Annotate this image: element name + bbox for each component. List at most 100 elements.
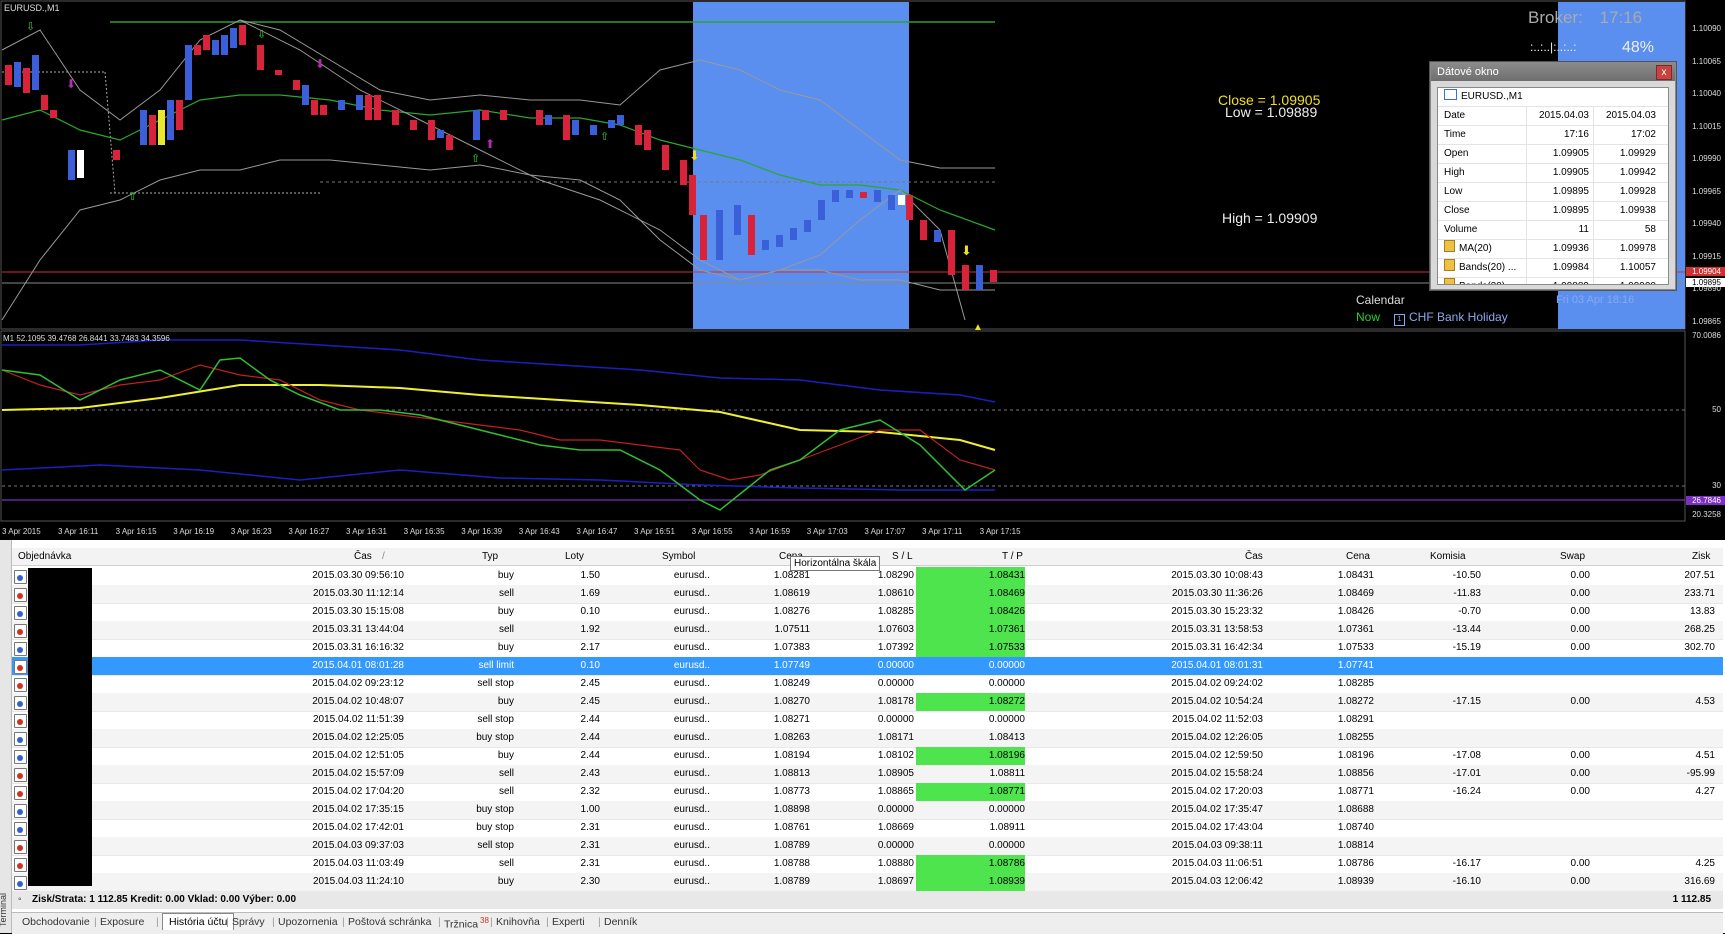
cell-lots: 1.00	[580, 804, 600, 815]
totals-text: Zisk/Strata: 1 112.85 Kredit: 0.00 Vklad…	[32, 894, 297, 905]
cell-time: 2015.04.02 10:48:07	[312, 696, 404, 707]
table-row[interactable]: 2015.04.02 11:51:39 sell stop 2.44 eurusd..…	[12, 711, 1723, 730]
table-row[interactable]: 2015.04.02 17:04:20 sell 2.32 eurusd.. 1.087…	[12, 783, 1723, 802]
terminal-sidebar[interactable]: Terminal	[0, 540, 12, 933]
tab-7[interactable]: Knihovňa	[496, 916, 540, 928]
cell-price: 1.08898	[773, 804, 810, 815]
terminal-tabs[interactable]: Obchodovanie | Exposure | História účtu | Sprá…	[12, 912, 1723, 934]
flag-icon: 1	[1394, 314, 1405, 326]
cell-tp: 1.08786	[916, 855, 1025, 873]
cell-price2: 1.08771	[1337, 786, 1374, 797]
progress-text: :..:..|:..:..:	[1530, 40, 1577, 54]
table-row[interactable]: 2015.04.03 11:24:10 buy 2.30 eurusd.. 1.0878…	[12, 873, 1723, 892]
dw-label: Low	[1438, 183, 1527, 201]
cell-profit: 233.71	[1684, 588, 1715, 599]
cell-sl: 1.08865	[877, 786, 914, 797]
col-sl[interactable]: S / L	[892, 551, 913, 562]
col-type[interactable]: Typ	[482, 551, 498, 562]
dw-label: Close	[1438, 202, 1527, 220]
tab-label: Tržnica	[444, 918, 479, 931]
cell-comm: -16.10	[1452, 876, 1481, 887]
cell-lots: 0.10	[580, 660, 600, 671]
close-icon[interactable]: x	[1656, 65, 1672, 80]
col-symbol[interactable]: Symbol	[662, 551, 695, 562]
table-row[interactable]: 2015.04.02 15:57:09 sell 2.43 eurusd.. 1.088…	[12, 765, 1723, 784]
col-commission[interactable]: Komisia	[1430, 551, 1466, 562]
col-profit[interactable]: Zisk	[1692, 551, 1710, 562]
terminal-side-label: Terminal	[0, 892, 9, 928]
cell-tp: 0.00000	[988, 678, 1025, 689]
table-row[interactable]: 2015.04.02 12:25:05 buy stop 2.44 eurusd.. 1…	[12, 729, 1723, 748]
tab-8[interactable]: Experti	[552, 916, 585, 928]
cell-lots: 2.31	[580, 840, 600, 851]
data-window-titlebar[interactable]: Dátové okno x	[1431, 63, 1675, 81]
data-window-symbol: EURUSD.,M1	[1461, 91, 1523, 102]
cell-sl: 1.08178	[877, 696, 914, 707]
col-lots[interactable]: Loty	[565, 551, 584, 562]
table-row[interactable]: 2015.04.02 10:48:07 buy 2.45 eurusd.. 1.0827…	[12, 693, 1723, 712]
cell-lots: 2.31	[580, 858, 600, 869]
cell-time: 2015.03.30 15:15:08	[312, 606, 404, 617]
cell-price2: 1.08740	[1337, 822, 1374, 833]
table-row[interactable]: 2015.03.30 15:15:08 buy 0.10 eurusd.. 1.0827…	[12, 603, 1723, 622]
dw-value-2: 1.09938	[1619, 205, 1656, 216]
table-row[interactable]: 2015.04.02 12:51:05 buy 2.44 eurusd.. 1.0819…	[12, 747, 1723, 766]
cell-tp: 1.08431	[916, 567, 1025, 585]
cell-symbol: eurusd..	[673, 732, 710, 743]
tab-divider: |	[156, 916, 159, 928]
cell-type: sell	[498, 768, 514, 779]
col-price2[interactable]: Cena	[1346, 551, 1370, 562]
cell-symbol: eurusd..	[673, 606, 710, 617]
table-row[interactable]: 2015.04.03 09:37:03 sell stop 2.31 eurusd..…	[12, 837, 1723, 856]
terminal-panel[interactable]: Terminal Objednávka Čas / Typ Loty Symbo…	[0, 540, 1725, 934]
col-order[interactable]: Objednávka	[18, 551, 71, 562]
tab-5[interactable]: Poštová schránka	[348, 916, 431, 928]
price-tick: 1.09940	[1692, 219, 1721, 228]
data-window[interactable]: Dátové okno x EURUSD.,M1 Date 2015.04.03 2…	[1430, 62, 1676, 290]
order-icon	[14, 678, 27, 692]
cell-comm	[1377, 837, 1481, 855]
cell-sl: 1.07603	[877, 624, 914, 635]
cell-price: 1.07749	[773, 660, 810, 671]
tab-2[interactable]: História účtu	[162, 913, 235, 930]
tab-label: Obchodovanie	[22, 916, 90, 928]
col-swap[interactable]: Swap	[1560, 551, 1585, 562]
cell-price2: 1.08939	[1337, 876, 1374, 887]
ask-price-mark: 1.09895	[1692, 278, 1721, 287]
table-row[interactable]: 2015.03.31 16:16:32 buy 2.17 eurusd.. 1.0738…	[12, 639, 1723, 658]
cell-profit	[1592, 819, 1715, 837]
dw-label-text: Low	[1444, 186, 1463, 197]
cell-swap: 0.00	[1570, 876, 1590, 887]
col-tp[interactable]: T / P	[1002, 551, 1023, 562]
table-row[interactable]: 2015.04.01 08:01:28 sell limit 0.10 eurusd.…	[12, 657, 1723, 676]
tab-label: Experti	[552, 916, 585, 928]
col-time2[interactable]: Čas	[1245, 551, 1263, 562]
table-row[interactable]: 2015.03.31 13:44:04 sell 1.92 eurusd.. 1.075…	[12, 621, 1723, 640]
table-row[interactable]: 2015.04.02 09:23:12 sell stop 2.45 eurusd..…	[12, 675, 1723, 694]
tab-3[interactable]: Správy	[232, 916, 265, 928]
cell-price: 1.08271	[773, 714, 810, 725]
cell-price: 1.08194	[773, 750, 810, 761]
table-row[interactable]: 2015.03.30 11:12:14 sell 1.69 eurusd.. 1.086…	[12, 585, 1723, 604]
time-tick: 3 Apr 16:39	[461, 527, 503, 536]
dw-label: Bands(20) ...	[1438, 278, 1527, 284]
cell-price: 1.08761	[773, 822, 810, 833]
tab-6[interactable]: Tržnica 38	[444, 916, 489, 931]
cell-time2: 2015.04.02 10:54:24	[1171, 696, 1263, 707]
dw-value-1: 11	[1527, 221, 1594, 239]
tab-9[interactable]: Denník	[604, 916, 637, 928]
table-row[interactable]: 2015.04.02 17:42:01 buy stop 2.31 eurusd.. 1…	[12, 819, 1723, 838]
time-tick: 3 Apr 16:27	[288, 527, 330, 536]
tab-1[interactable]: Exposure	[100, 916, 144, 928]
tab-4[interactable]: Upozornenia	[278, 916, 338, 928]
col-time[interactable]: Čas	[354, 551, 372, 562]
totals-icon: ◦	[18, 894, 22, 905]
time-tick: 3 Apr 16:31	[346, 527, 387, 536]
cell-sl: 1.08171	[877, 732, 914, 743]
table-row[interactable]: 2015.04.03 11:03:49 sell 2.31 eurusd.. 1.087…	[12, 855, 1723, 874]
totals-bar: ◦ Zisk/Strata: 1 112.85 Kredit: 0.00 Vkl…	[12, 891, 1723, 909]
table-row[interactable]: 2015.04.02 17:35:15 buy stop 1.00 eurusd.. 1…	[12, 801, 1723, 820]
cell-swap: 0.00	[1570, 750, 1590, 761]
cell-comm: -16.17	[1452, 858, 1481, 869]
tab-0[interactable]: Obchodovanie	[22, 916, 90, 928]
